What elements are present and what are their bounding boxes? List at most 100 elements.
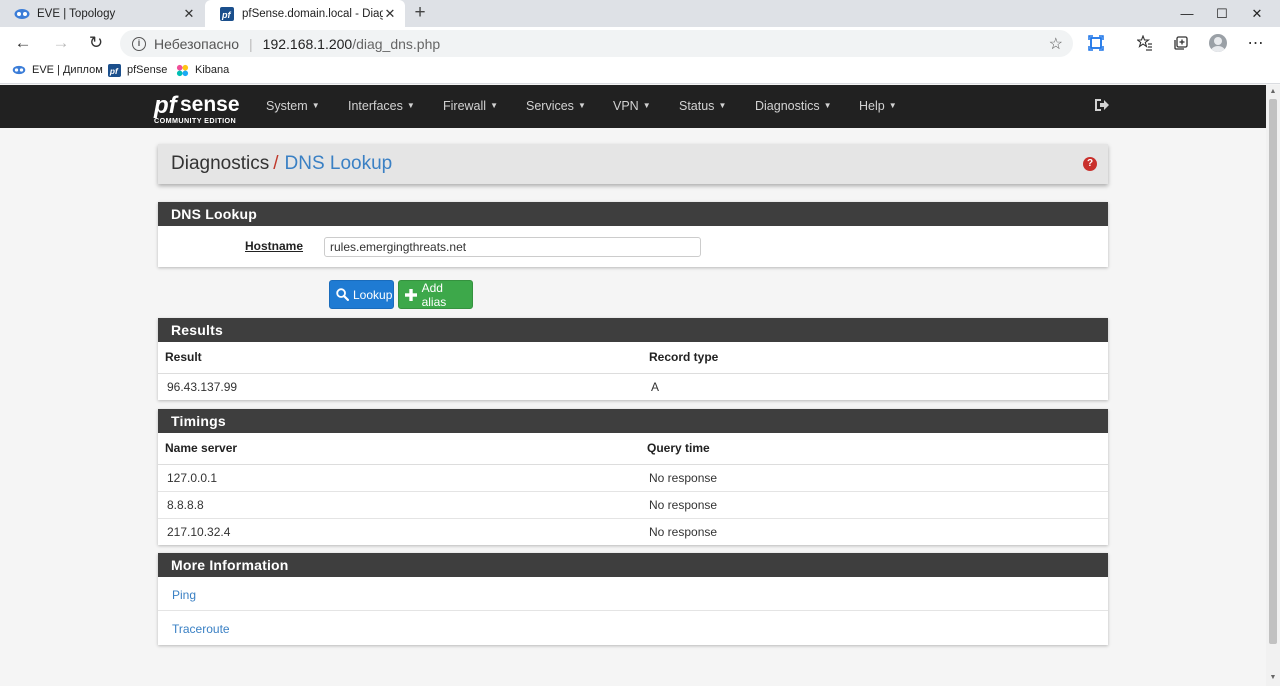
back-button[interactable]: ←	[11, 31, 35, 55]
more-information-panel: More Information Ping Traceroute	[158, 553, 1108, 645]
svg-text:COMMUNITY EDITION: COMMUNITY EDITION	[154, 116, 236, 125]
panel-heading: Results	[158, 318, 1108, 342]
svg-text:pf: pf	[153, 92, 179, 119]
address-separator: |	[249, 35, 253, 52]
address-path: /diag_dns.php	[352, 35, 441, 52]
lookup-button[interactable]: Lookup	[329, 280, 394, 309]
name-server-value: 8.8.8.8	[158, 491, 640, 519]
tab-title: EVE | Topology	[37, 7, 116, 20]
panel-heading: Timings	[158, 409, 1108, 433]
traceroute-link[interactable]: Traceroute	[158, 611, 1108, 645]
new-tab-button[interactable]: +	[410, 3, 430, 23]
close-icon[interactable]: ✕	[182, 6, 196, 22]
breadcrumb-current[interactable]: DNS Lookup	[285, 153, 393, 174]
record-type-value: A	[651, 379, 660, 394]
bookmarks-bar: EVE | Диплом pf pfSense Kibana	[0, 59, 1280, 84]
timings-table: Name server Query time 127.0.0.1 No resp…	[158, 433, 1108, 545]
browser-tabstrip: EVE | Topology ✕ pf pfSense.domain.local…	[0, 0, 1280, 27]
caret-down-icon: ▼	[406, 101, 415, 110]
eve-icon	[14, 6, 30, 22]
breadcrumb: Diagnostics / DNS Lookup ?	[158, 144, 1108, 184]
scroll-up-icon[interactable]: ▲	[1269, 88, 1277, 96]
page-title: Diagnostics / DNS Lookup	[171, 153, 392, 175]
pfsense-navbar: pf sense COMMUNITY EDITION System ▼ Inter…	[0, 85, 1266, 128]
ping-link[interactable]: Ping	[158, 577, 1108, 611]
menu-services[interactable]: Services ▼	[526, 99, 586, 113]
browser-tab-eve[interactable]: EVE | Topology ✕	[0, 0, 204, 27]
add-alias-button-label: Add alias	[421, 280, 447, 309]
result-value: 96.43.137.99	[167, 379, 238, 394]
more-menu-icon[interactable]: ⋯	[1245, 32, 1267, 54]
page-scrollbar[interactable]: ▲ ▼	[1266, 85, 1280, 686]
name-server-value: 217.10.32.4	[167, 524, 231, 539]
caret-down-icon: ▼	[823, 101, 832, 110]
bookmark-label: pfSense	[127, 64, 168, 76]
caret-down-icon: ▼	[888, 101, 897, 110]
close-window-button[interactable]: ✕	[1234, 0, 1280, 27]
menu-vpn[interactable]: VPN ▼	[613, 99, 651, 113]
query-time-value: No response	[640, 464, 1108, 492]
reload-button[interactable]: ↻	[84, 31, 108, 55]
pfsense-icon: pf	[219, 6, 235, 22]
close-icon[interactable]: ✕	[383, 6, 397, 22]
bookmark-label: Kibana	[195, 64, 230, 76]
bookmark-eve[interactable]: EVE | Диплом	[12, 63, 103, 77]
table-row: 96.43.137.99 A	[158, 373, 1108, 400]
address-bar[interactable]: i Небезопасно | 192.168.1.200/diag_dns.p…	[120, 30, 1073, 57]
browser-tab-pfsense[interactable]: pf pfSense.domain.local - Diagnostics: D…	[205, 0, 405, 27]
caret-down-icon: ▼	[311, 101, 320, 110]
info-icon[interactable]: i	[132, 36, 146, 51]
hostname-input[interactable]	[324, 237, 701, 257]
menu-system[interactable]: System ▼	[266, 99, 320, 113]
favorites-icon[interactable]	[1134, 32, 1156, 54]
help-icon[interactable]: ?	[1083, 157, 1097, 171]
results-table: Result Record type 96.43.137.99 A	[158, 342, 1108, 400]
caret-down-icon: ▼	[642, 101, 651, 110]
lookup-button-label: Lookup	[353, 287, 393, 302]
star-icon[interactable]: ☆	[1049, 34, 1063, 54]
pfsense-icon: pf	[107, 63, 121, 77]
table-row: 217.10.32.4 No response	[158, 518, 1108, 545]
menu-help[interactable]: Help ▼	[859, 99, 897, 113]
svg-text:pf: pf	[221, 10, 231, 20]
name-server-value: 127.0.0.1	[158, 464, 640, 492]
caret-down-icon: ▼	[577, 101, 586, 110]
bookmark-pfsense[interactable]: pf pfSense	[107, 63, 167, 77]
panel-heading: More Information	[158, 553, 1108, 577]
query-time-value: No response	[640, 491, 1108, 519]
forward-button[interactable]: →	[49, 31, 73, 55]
table-row: 127.0.0.1 No response	[158, 464, 1108, 492]
column-header: Name server	[158, 433, 640, 465]
plus-icon	[405, 288, 418, 302]
add-alias-button[interactable]: Add alias	[398, 280, 473, 309]
table-header-row: Result Record type	[158, 342, 1108, 374]
kibana-icon	[175, 63, 189, 77]
menu-diagnostics[interactable]: Diagnostics ▼	[755, 99, 832, 113]
logout-icon[interactable]	[1094, 98, 1110, 112]
breadcrumb-root[interactable]: Diagnostics	[171, 153, 269, 174]
page-viewport: pf sense COMMUNITY EDITION System ▼ Inter…	[0, 85, 1266, 686]
table-header-row: Name server Query time	[158, 433, 1108, 465]
scrollbar-thumb[interactable]	[1269, 99, 1277, 644]
collections-icon[interactable]	[1085, 32, 1107, 54]
dns-lookup-panel: DNS Lookup Hostname	[158, 202, 1108, 267]
pfsense-logo[interactable]: pf sense COMMUNITY EDITION	[153, 89, 243, 125]
menu-firewall[interactable]: Firewall ▼	[443, 99, 498, 113]
scroll-down-icon[interactable]: ▼	[1269, 674, 1277, 682]
tabs-icon[interactable]	[1170, 32, 1192, 54]
profile-avatar[interactable]	[1207, 32, 1229, 54]
menu-status[interactable]: Status ▼	[679, 99, 726, 113]
bookmark-kibana[interactable]: Kibana	[175, 63, 229, 77]
eve-icon	[12, 63, 26, 77]
avatar-icon	[1209, 34, 1227, 52]
caret-down-icon: ▼	[718, 101, 727, 110]
security-label: Небезопасно	[154, 35, 240, 52]
caret-down-icon: ▼	[490, 101, 498, 110]
query-time-value: No response	[649, 524, 718, 539]
results-panel: Results Result Record type 96.43.137.99 …	[158, 318, 1108, 400]
search-icon	[336, 288, 349, 302]
hostname-label: Hostname	[245, 239, 304, 253]
menu-interfaces[interactable]: Interfaces ▼	[348, 99, 415, 113]
address-host: 192.168.1.200	[262, 35, 353, 52]
table-row: 8.8.8.8 No response	[158, 491, 1108, 519]
